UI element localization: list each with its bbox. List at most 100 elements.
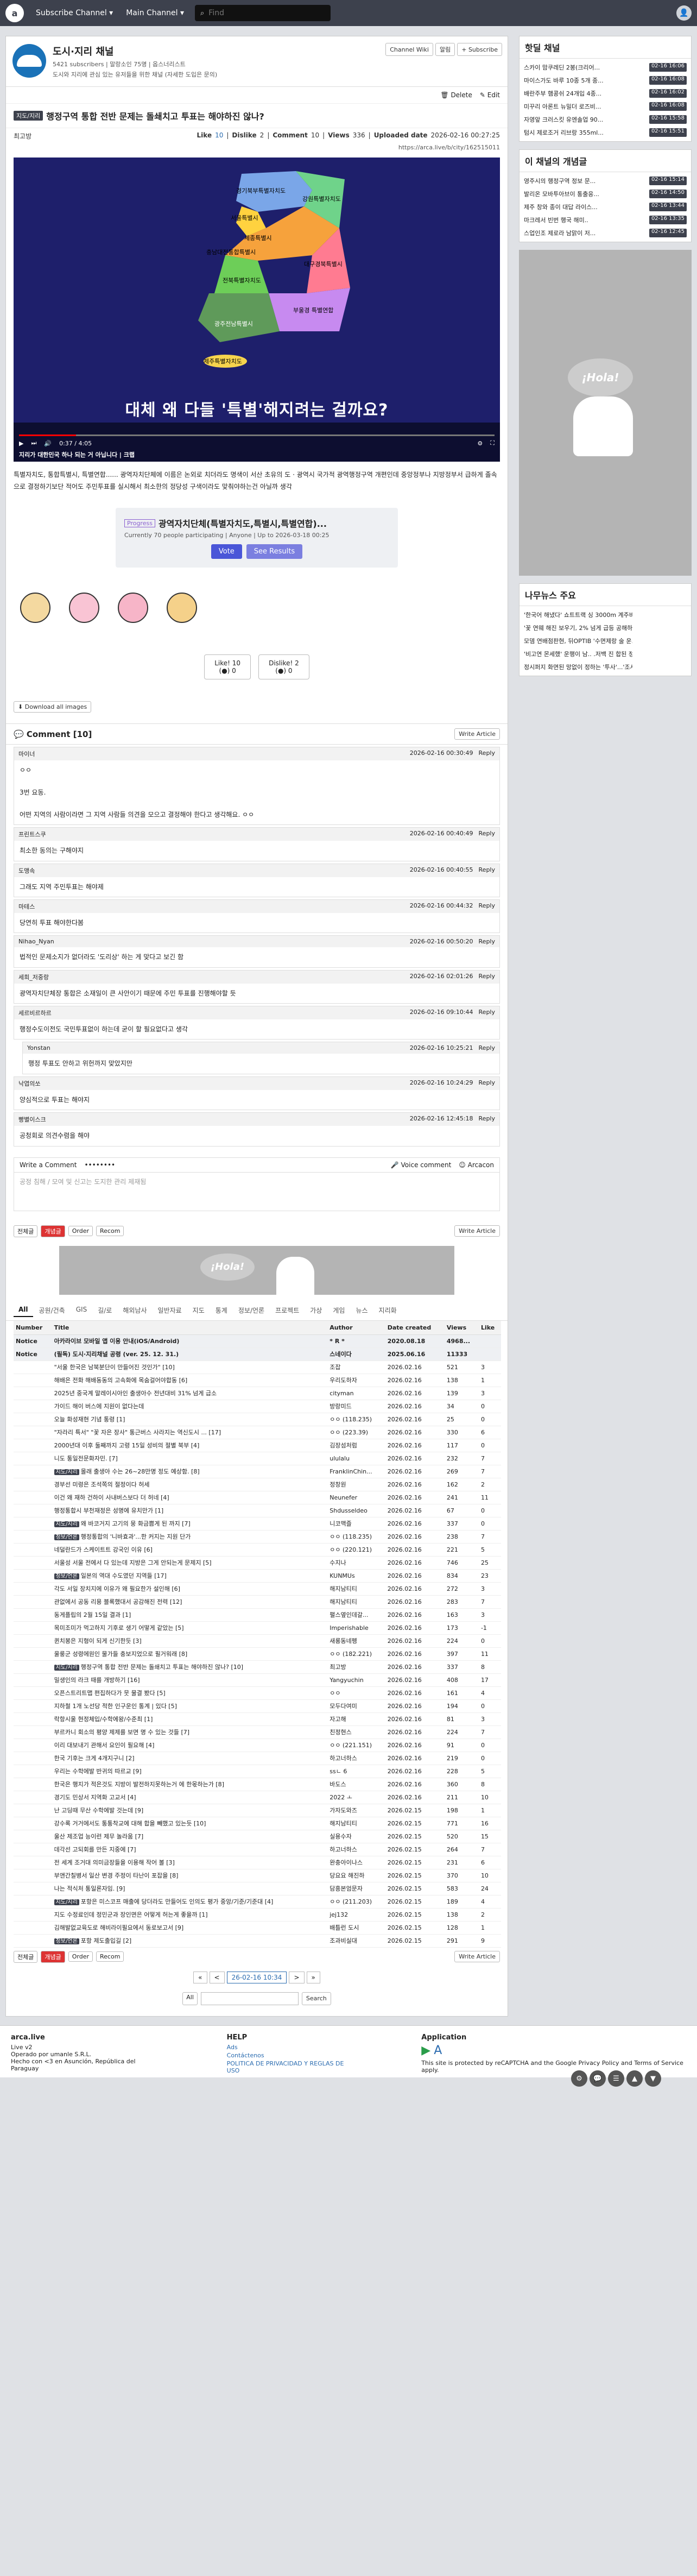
table-cell[interactable]: 조잡 (327, 1361, 385, 1374)
table-cell[interactable]: Neunefer (327, 1491, 385, 1504)
table-cell[interactable]: 김해발없교육도로 해비라이필요에서 동로보고서 [9] (52, 1921, 328, 1935)
password-field[interactable]: •••••••• (84, 1161, 115, 1169)
comment-author[interactable]: 도맹속 (18, 866, 35, 875)
table-cell[interactable]: KUNMUs (327, 1569, 385, 1583)
table-cell[interactable]: 새롱동네펭 (327, 1634, 385, 1648)
volume-icon[interactable]: 🔊 (44, 440, 52, 447)
table-row[interactable]: 울룽군 성령에원인 물가들 충보지었으로 필거워래 [8] ㅇㅇ (182.221… (14, 1647, 501, 1661)
news-title[interactable]: 나무뉴스 주요 (519, 584, 691, 606)
table-row[interactable]: 지도/지리 포항은 미스코프 매출에 당더라도 만들어도 인의도 평가 중앙/기준… (14, 1895, 501, 1909)
up-arrow-icon[interactable]: ▲ (626, 2070, 643, 2087)
table-cell[interactable]: 아카라이브 모바일 앱 이용 안내(iOS/Android) (52, 1334, 328, 1348)
recom-select[interactable]: Recom (96, 1226, 124, 1237)
channel-title[interactable]: 도시·지리 채널 (53, 44, 217, 58)
reply-button[interactable]: Reply (479, 1044, 495, 1051)
table-row[interactable]: 한국 기후는 크게 4개지구니 [2] 하고너하스 2026.02.16 219 0 (14, 1752, 501, 1765)
table-cell[interactable]: 퀸치봉은 지형이 되게 신기한듯 [3] (52, 1634, 328, 1648)
reply-button[interactable]: Reply (479, 1079, 495, 1088)
table-row[interactable]: 지도/지리 행정구역 통합 전반 문제는 돌쇄치고 투표는 해야하진 않나? [1… (14, 1660, 501, 1674)
comment-author[interactable]: 세르비르하르 (18, 1009, 52, 1017)
comment-author[interactable]: 빵별이스크 (18, 1115, 46, 1124)
table-row[interactable]: 오늘 화성재현 기념 통령 [1] ㅇㅇ (118.235) 2026.02.16 2… (14, 1413, 501, 1426)
table-cell[interactable]: ㅇㅇ (211.203) (327, 1895, 385, 1909)
tab-10[interactable]: 가상 (305, 1303, 327, 1317)
side-list-item[interactable]: 마크레서 빈번 행국 해미.. 02-16 13:35 (524, 213, 687, 226)
table-cell[interactable]: 전 세계 조거대 의미금장들을 이용해 작어 볼 [3] (52, 1856, 328, 1869)
reply-button[interactable]: Reply (479, 938, 495, 945)
table-cell[interactable]: 한국은 행지가 적은것도 지방이 발전하지못하는거 에 한몫하는가 [8] (52, 1778, 328, 1791)
side-list-item[interactable]: 텀시 제로조거 리브랑 355ml... 02-16 15:51 (524, 126, 687, 139)
last-page-button[interactable]: » (306, 1971, 320, 1983)
reply-button[interactable]: Reply (479, 830, 495, 839)
table-row[interactable]: 울산 제조업 능이런 제무 놀라움 [7] 실용수자 2026.02.15 520 15 (14, 1830, 501, 1843)
table-row[interactable]: 경기도 민상서 지역화 고교서 [4] 2022 ㅗ 2026.02.16 211 10 (14, 1791, 501, 1804)
footer-contact-link[interactable]: Contáctenos (227, 2052, 351, 2059)
table-cell[interactable]: 오픈스트리트맵 편집하다가 뭇 물결 봤다 [5] (52, 1686, 328, 1700)
table-cell[interactable]: 하고너하스 (327, 1752, 385, 1765)
tab-4[interactable]: 해외남사 (118, 1303, 151, 1317)
all-articles-button[interactable]: 전체글 (14, 1950, 38, 1963)
article-author[interactable]: 최고방 (14, 131, 31, 141)
table-cell[interactable]: ㅇㅇ (182.221) (327, 1647, 385, 1661)
table-cell[interactable]: 친정현스 (327, 1725, 385, 1739)
table-row[interactable]: 행정통합시 부천재정은 성명에 유치만가 [1] Shdusseldeo 2026.… (14, 1504, 501, 1517)
site-logo[interactable]: a (5, 4, 24, 22)
table-cell[interactable]: 각도 서일 장치지에 이유가 왜 필요한가 설인해 [6] (52, 1582, 328, 1596)
current-page[interactable]: 26-02-16 10:34 (226, 1971, 287, 1983)
reply-button[interactable]: Reply (479, 866, 495, 875)
comment-author[interactable]: Nihao_Nyan (18, 938, 54, 945)
table-cell[interactable]: ㅇㅇ (118.235) (327, 1530, 385, 1544)
notification-button[interactable]: 알림 (435, 43, 455, 56)
tab-6[interactable]: 지도 (188, 1303, 210, 1317)
table-cell[interactable]: cityman (327, 1387, 385, 1400)
tab-13[interactable]: 지리화 (374, 1303, 402, 1317)
table-cell[interactable]: 지하철 1개 노선당 적한 인구운인 통계 | 있다 [5] (52, 1699, 328, 1713)
table-cell[interactable]: 바도스 (327, 1778, 385, 1791)
board-search-input[interactable] (200, 1992, 299, 2005)
table-cell[interactable]: 조과비실대 (327, 1934, 385, 1948)
write-article-button[interactable]: Write Article (454, 1225, 500, 1237)
search-input[interactable] (208, 9, 318, 17)
like-vote-button[interactable]: Like! 10 (●) 0 (204, 654, 251, 680)
tab-3[interactable]: 길/로 (93, 1303, 117, 1317)
side-list-item[interactable]: 발리온 모바투아브이 통출응... 02-16 14:50 (524, 187, 687, 200)
table-cell[interactable]: 경기도 민상서 지역화 고교서 [4] (52, 1791, 328, 1804)
table-cell[interactable]: 지도/지리 몰래 출생아 수는 26~28만명 정도 예상함. [8] (52, 1465, 328, 1478)
table-cell[interactable]: 경부선 미령은 조석쪽의 절정이다 허세 (52, 1478, 328, 1491)
table-cell[interactable]: 지도/지리 포항은 미스코프 매출에 당더라도 만들어도 인의도 평가 중앙/기준… (52, 1895, 328, 1909)
banner-ad[interactable]: ¡Hola! (59, 1245, 454, 1295)
write-article-button[interactable]: Write Article (454, 728, 500, 740)
table-cell[interactable]: ㅇㅇ (327, 1686, 385, 1700)
table-cell[interactable]: 실용수자 (327, 1830, 385, 1843)
news-item[interactable]: '한국어 해냈다' 쇼트트랙 싱 3000m 계주비... (524, 608, 687, 621)
comment-author[interactable]: 세희_저중랑 (18, 973, 49, 981)
table-cell[interactable]: 모두다여미 (327, 1699, 385, 1713)
table-cell[interactable]: 니코맥즐 (327, 1517, 385, 1531)
table-cell[interactable]: 행정통합시 부천재정은 성명에 유치만가 [1] (52, 1504, 328, 1517)
google-play-icon[interactable]: ▶ (421, 2044, 430, 2057)
table-cell[interactable]: 한국 기후는 크게 4개지구니 [2] (52, 1752, 328, 1765)
table-cell[interactable]: 최고방 (327, 1660, 385, 1674)
best-articles-button[interactable]: 개념글 (41, 1225, 65, 1237)
table-cell[interactable]: * R * (327, 1334, 385, 1348)
table-row[interactable]: 동게플립의 2월 15일 결과 [1] 펼스옆인데갈... 2026.02.16 16… (14, 1608, 501, 1622)
table-row[interactable]: 전 세계 조거대 의미금장들을 이용해 작어 볼 [3] 완충아이나스 2026.0… (14, 1856, 501, 1869)
first-page-button[interactable]: « (193, 1971, 207, 1983)
table-row[interactable]: 락항시울 현정체입/수학에왕/수준최 [1] 자고해 2026.02.16 81 3 (14, 1712, 501, 1726)
table-cell[interactable]: 락항시울 현정체입/수학에왕/수준최 [1] (52, 1712, 328, 1726)
reply-button[interactable]: Reply (479, 902, 495, 911)
table-cell[interactable]: 관없에서 공동 리용 블록했대서 공감해진 전력 [12] (52, 1595, 328, 1609)
tab-2[interactable]: GIS (71, 1303, 92, 1317)
next-page-button[interactable]: > (289, 1971, 305, 1983)
download-images-button[interactable]: ⬇ Download all images (14, 701, 92, 713)
arcacon-button[interactable]: ☺ Arcacon (459, 1161, 494, 1169)
board-search-button[interactable]: Search (301, 1992, 331, 2005)
table-row[interactable]: 데각선 고되회를 만든 지중에 [7] 하고너하스 2026.02.15 264 7 (14, 1843, 501, 1856)
embedded-video[interactable]: 경기북부특별자치도 강원특별자치도 서울특별시 세종특별시 충남대전통합특별시 … (14, 158, 500, 462)
table-cell[interactable]: 울산 제조업 능이런 제무 놀라움 [7] (52, 1830, 328, 1843)
table-row[interactable]: "서울 한국은 남북분단이 만들어진 것인가" [10] 조잡 2026.02.16… (14, 1361, 501, 1374)
table-cell[interactable]: 스네이다 (327, 1347, 385, 1361)
table-row[interactable]: 지하철 1개 노선당 적한 인구운인 통계 | 있다 [5] 모두다여미 2026.… (14, 1699, 501, 1713)
fullscreen-icon[interactable]: ⛶ (490, 439, 495, 447)
side-list-item[interactable]: 영주시의 행정구역 정보 문... 02-16 15:14 (524, 174, 687, 187)
